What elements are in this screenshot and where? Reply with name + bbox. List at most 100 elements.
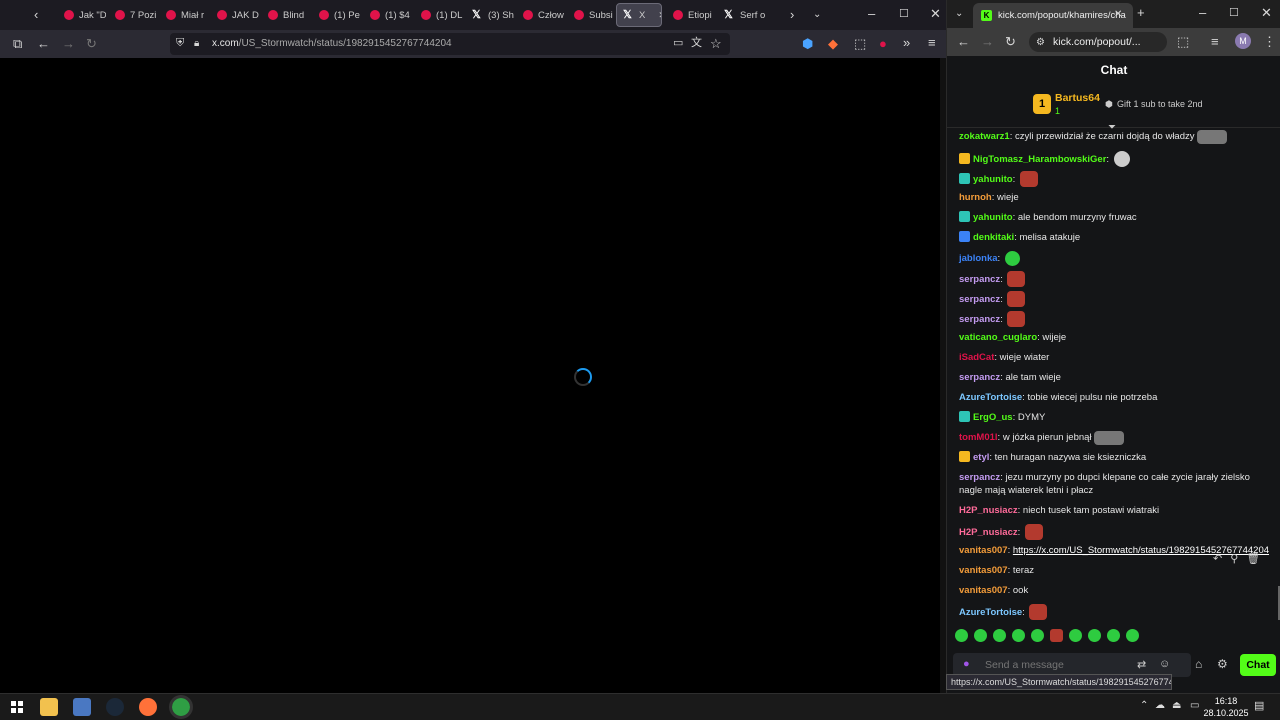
chat-username[interactable]: NigTomasz_HarambowskiGer — [973, 154, 1106, 165]
address-bar[interactable]: kick.com/popout/... — [1029, 32, 1167, 52]
chat-message[interactable]: H2P_nusiacz: niech tusek tam postawi wia… — [959, 504, 1271, 517]
tab-search-icon[interactable]: ⌄ — [955, 7, 963, 20]
chat-username[interactable]: tomM01l — [959, 432, 998, 443]
browser-tab[interactable]: Człow — [517, 3, 565, 27]
emote-icon[interactable] — [1012, 629, 1025, 642]
browser-tab[interactable]: (1) $4 — [364, 3, 412, 27]
extensions-icon[interactable]: ⬚ — [854, 37, 866, 50]
chat-message[interactable]: zokatwarz1: czyli przewidział że czarni … — [959, 130, 1271, 144]
steam-icon[interactable] — [106, 698, 124, 716]
url-text[interactable]: x.com/US_Stormwatch/status/1982915452767… — [212, 38, 452, 49]
emote-icon[interactable] — [1069, 629, 1082, 642]
file-explorer-icon[interactable] — [40, 698, 58, 716]
chat-message[interactable]: NigTomasz_HarambowskiGer: — [959, 151, 1271, 167]
chat-message[interactable]: serpancz: ale tam wieje — [959, 371, 1271, 384]
chat-username[interactable]: iSadCat — [959, 352, 994, 363]
chat-message[interactable]: serpancz: jezu murzyny po dupci klepane … — [959, 471, 1271, 497]
browser-tab[interactable]: Etiopi — [667, 3, 715, 27]
translate-icon[interactable]: 文 — [691, 37, 702, 50]
tray-overflow-icon[interactable]: ⌃ — [1140, 700, 1148, 711]
browser-tab[interactable]: Jak "D — [58, 3, 106, 27]
forward-icon[interactable]: → — [62, 37, 75, 50]
minimize-icon[interactable]: – — [1199, 6, 1206, 19]
emote-icon[interactable] — [1088, 629, 1101, 642]
extensions-icon[interactable]: ⬚ — [1177, 35, 1189, 48]
emote-icon[interactable] — [1031, 629, 1044, 642]
translate-icon[interactable]: ⇄ — [1137, 658, 1146, 671]
profile-avatar[interactable]: M — [1235, 33, 1251, 49]
shield-icon[interactable]: ⛨ — [176, 37, 184, 50]
tab-list-icon[interactable]: ⌄ — [813, 8, 821, 21]
emote-icon[interactable] — [955, 629, 968, 642]
chat-message[interactable]: yahunito: — [959, 171, 1271, 187]
chat-username[interactable]: vaticano_cuglaro — [959, 332, 1037, 343]
chat-username[interactable]: serpancz — [959, 314, 1000, 325]
chat-message[interactable]: serpancz: — [959, 271, 1271, 287]
chat-message[interactable]: H2P_nusiacz: — [959, 524, 1271, 540]
chat-username[interactable]: serpancz — [959, 294, 1000, 305]
browser-tab[interactable]: 𝕏 (3) Sh — [466, 3, 514, 27]
emote-icon[interactable] — [974, 629, 987, 642]
chat-username[interactable]: serpancz — [959, 372, 1000, 383]
chrome-icon[interactable] — [169, 695, 193, 719]
reload-icon[interactable]: ↻ — [86, 37, 97, 50]
pin-icon[interactable]: ⚲ — [1230, 552, 1238, 572]
emote-icon[interactable] — [1007, 271, 1026, 287]
chat-message[interactable]: etyl: ten huragan nazywa sie ksiezniczka — [959, 451, 1271, 464]
browser-tab[interactable]: 7 Pozi — [109, 3, 157, 27]
browser-tab[interactable]: Subsi — [568, 3, 616, 27]
emote-icon[interactable] — [1196, 130, 1227, 144]
emote-icon[interactable] — [1113, 151, 1130, 167]
emote-icon[interactable] — [993, 629, 1006, 642]
windows-start-icon[interactable] — [11, 701, 23, 713]
emote-icon[interactable] — [1050, 629, 1063, 642]
chat-username[interactable]: AzureTortoise — [959, 392, 1022, 403]
chat-input[interactable] — [985, 657, 1135, 673]
menu-icon[interactable]: ⋮ — [1263, 35, 1276, 48]
bookmark-star-icon[interactable]: ☆ — [710, 37, 722, 50]
delete-icon[interactable]: 🗑︎ — [1246, 552, 1260, 572]
extension-fox-icon[interactable]: ◆ — [828, 37, 838, 50]
emote-icon[interactable] — [1024, 524, 1043, 540]
chat-message[interactable]: serpancz: — [959, 291, 1271, 307]
ublock-icon[interactable]: ● — [879, 37, 887, 50]
chat-username[interactable]: etyl — [973, 452, 989, 463]
maximize-icon[interactable]: ☐ — [1229, 7, 1239, 20]
close-window-icon[interactable]: ✕ — [930, 7, 941, 20]
chat-username[interactable]: hurnoh — [959, 192, 992, 203]
settings-gear-icon[interactable]: ⚙ — [1217, 657, 1228, 671]
firefox-icon[interactable] — [139, 698, 157, 716]
browser-tab[interactable]: (1) Pe — [313, 3, 361, 27]
store-icon[interactable]: ⌂ — [1195, 657, 1202, 671]
tab-scroll-right-icon[interactable]: › — [790, 8, 794, 21]
chat-message[interactable]: AzureTortoise: — [959, 604, 1271, 620]
remote-desktop-icon[interactable] — [73, 698, 91, 716]
menu-icon[interactable]: ≡ — [928, 36, 936, 49]
system-clock[interactable]: 16:18 28.10.2025 — [1196, 695, 1256, 719]
chat-message[interactable]: tomM01l: w józka pierun jebnął — [959, 431, 1271, 445]
reply-icon[interactable]: ↶ — [1213, 552, 1222, 572]
back-icon[interactable]: ← — [957, 35, 970, 48]
tab-scroll-left-icon[interactable]: ‹ — [34, 8, 38, 21]
chat-message[interactable]: vaticano_cuglaro: wijeje — [959, 331, 1271, 344]
back-icon[interactable]: ← — [37, 37, 50, 50]
minimize-icon[interactable]: – — [868, 7, 875, 20]
chat-username[interactable]: vanitas007 — [959, 545, 1008, 556]
emote-icon[interactable] — [1093, 431, 1124, 445]
sidebar-icon[interactable]: ⧉ — [13, 37, 22, 50]
chat-message[interactable]: AzureTortoise: tobie wiecej pulsu nie po… — [959, 391, 1271, 404]
browser-tab[interactable]: Blind — [262, 3, 310, 27]
gift-prompt[interactable]: Gift 1 sub to take 2nd — [1117, 99, 1203, 109]
extension-shield-icon[interactable]: ⬢ — [802, 37, 813, 50]
chat-username[interactable]: vanitas007 — [959, 585, 1008, 596]
kick-tab[interactable]: K kick.com/popout/khamires/cha — [973, 3, 1133, 28]
close-tab-icon[interactable]: ✕ — [1114, 8, 1122, 21]
chat-username[interactable]: ErgO_us — [973, 412, 1013, 423]
chat-message[interactable]: denkitaki: melisa atakuje — [959, 231, 1271, 244]
browser-tab[interactable]: Miał r — [160, 3, 208, 27]
chat-message[interactable]: hurnoh: wieje — [959, 191, 1271, 204]
emote-icon[interactable] — [1019, 171, 1038, 187]
close-tab-icon[interactable]: ✕ — [658, 10, 661, 21]
chat-message[interactable]: jablonka: — [959, 251, 1271, 266]
microphone-icon[interactable]: ● — [963, 658, 970, 670]
